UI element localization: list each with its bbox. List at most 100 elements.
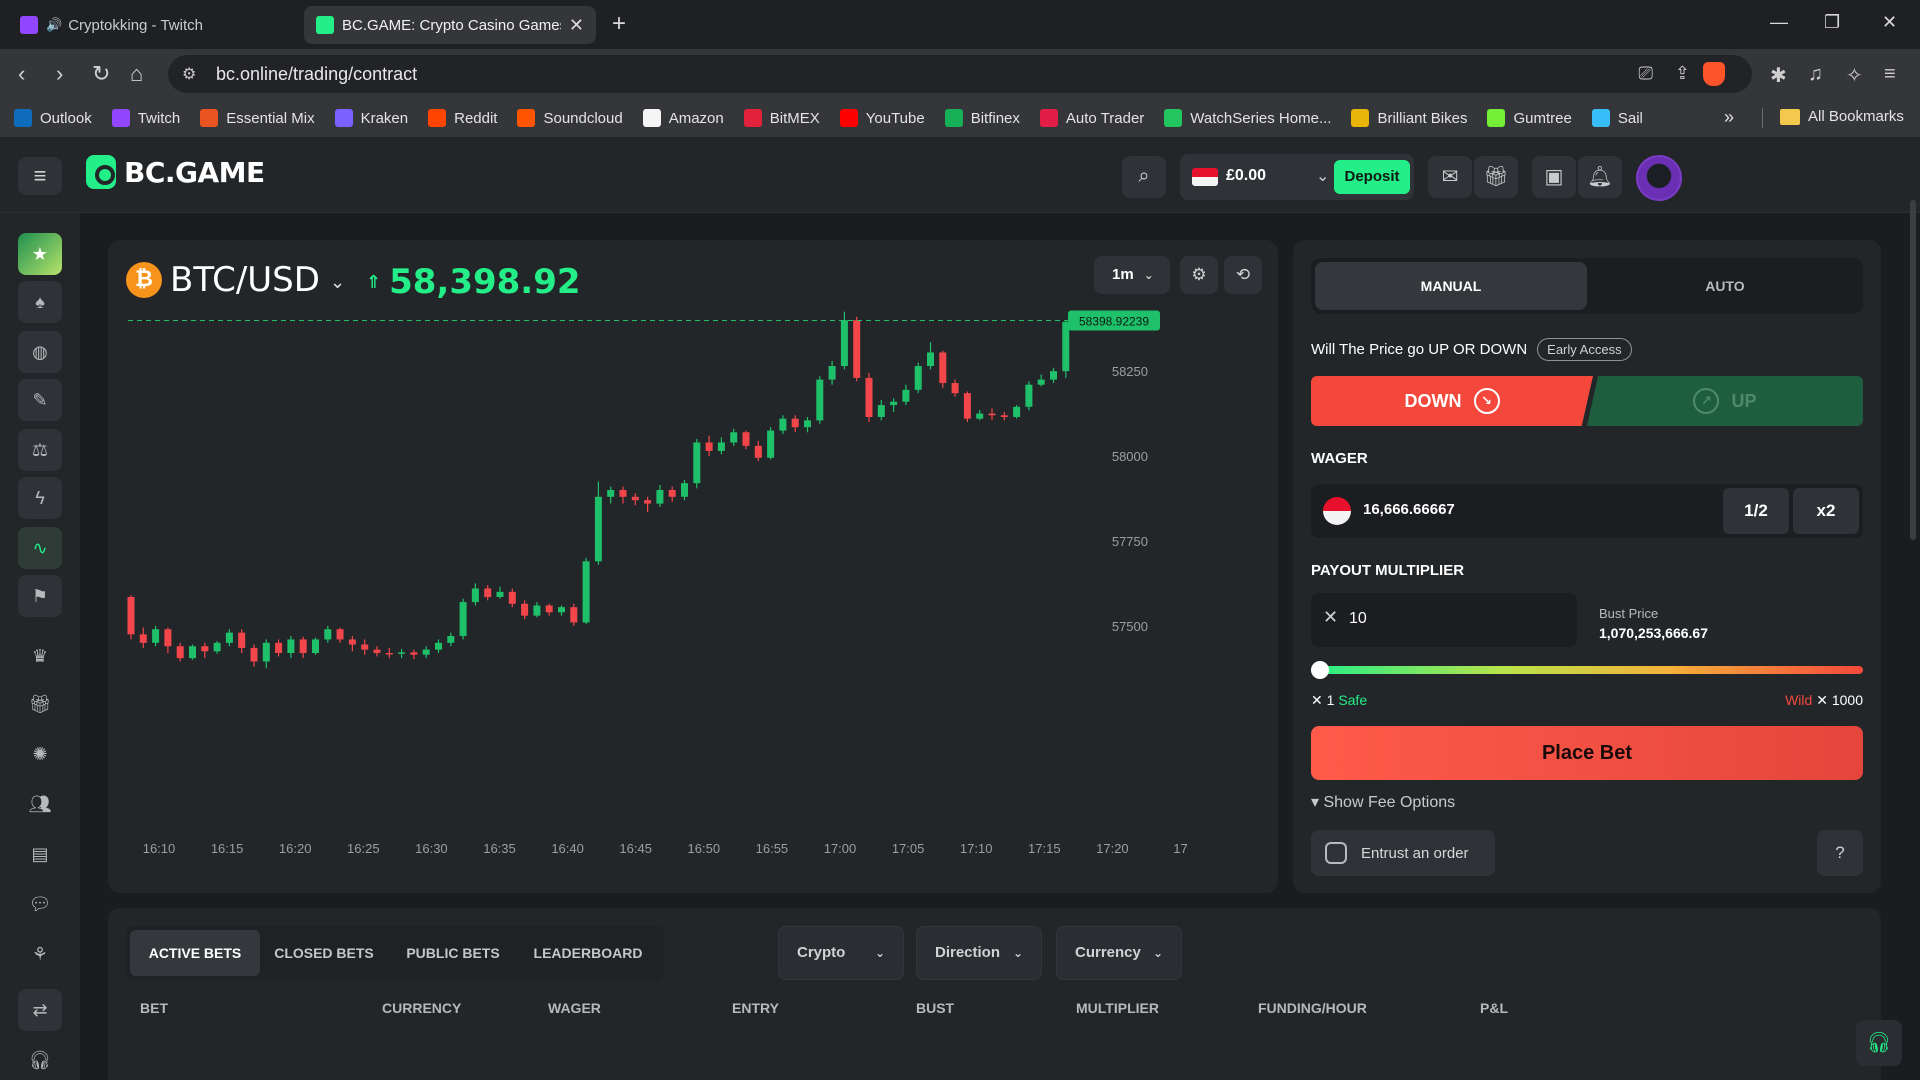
media-icon[interactable]: ♫	[1808, 63, 1823, 86]
bookmark-gumtree[interactable]: Gumtree	[1487, 109, 1572, 127]
help-icon[interactable]: ?	[1817, 830, 1863, 876]
currency-filter[interactable]: Currency ⌄	[1056, 926, 1182, 980]
vip-icon[interactable]: ♛	[18, 635, 62, 677]
browser-tab-bcgame[interactable]: BC.GAME: Crypto Casino Games ✕	[304, 6, 596, 44]
direction-filter[interactable]: Direction ⌄	[916, 926, 1042, 980]
half-wager-button[interactable]: 1/2	[1723, 488, 1789, 534]
candle	[262, 639, 270, 669]
bookmark-kraken[interactable]: Kraken	[334, 109, 408, 127]
search-icon[interactable]: ⌕	[1122, 156, 1166, 198]
bookmark-brilliant-bikes[interactable]: Brilliant Bikes	[1351, 109, 1467, 127]
close-window-button[interactable]: ✕	[1882, 12, 1897, 33]
tab-active-bets[interactable]: ACTIVE BETS	[130, 930, 260, 976]
tab-auto[interactable]: AUTO	[1589, 262, 1861, 310]
x-tick-label: 17:20	[1096, 841, 1129, 856]
news-icon[interactable]: ▤	[18, 833, 62, 875]
more-bookmarks-icon[interactable]: »	[1724, 107, 1734, 128]
all-bookmarks[interactable]: All Bookmarks	[1780, 108, 1904, 125]
up-button[interactable]: ↗ UP	[1587, 376, 1863, 426]
restore-button[interactable]: ❐	[1824, 12, 1840, 33]
chat-icon[interactable]: ▣	[1532, 156, 1576, 198]
bookmark-watchseries-home[interactable]: WatchSeries Home...	[1164, 109, 1331, 127]
minimize-button[interactable]: —	[1770, 12, 1788, 33]
gift-icon[interactable]: 🎁︎	[1474, 156, 1518, 198]
candle	[582, 557, 590, 625]
flash-icon[interactable]: ϟ	[18, 477, 62, 519]
address-actions[interactable]: ⎚⇪	[1639, 63, 1712, 84]
referral-icon[interactable]: 👥︎	[18, 783, 62, 825]
racing-icon[interactable]: ⚑	[18, 575, 62, 617]
chevron-down-icon[interactable]: ⌄	[1316, 166, 1329, 186]
url-field[interactable]: ⚙ bc.online/trading/contract ⎚⇪	[168, 55, 1752, 93]
home-icon[interactable]: ⌂	[130, 61, 143, 87]
sports-icon[interactable]: ◍	[18, 331, 62, 373]
wager-input[interactable]: 16,666.66667 1/2 x2	[1311, 484, 1863, 538]
price-chart[interactable]: 58398.92239 58250 58000 57750 57500 16:10 16:1…	[108, 240, 1278, 893]
bookmark-reddit[interactable]: Reddit	[428, 109, 497, 127]
tab-closed-bets[interactable]: CLOSED BETS	[260, 930, 388, 976]
place-bet-button[interactable]: Place Bet	[1311, 726, 1863, 780]
casino-icon[interactable]: ♠	[18, 281, 62, 323]
browser-tab-twitch[interactable]: 🔊 Cryptokking - Twitch	[8, 6, 300, 44]
speaker-icon[interactable]: 🔊	[46, 17, 62, 33]
bookmark-amazon[interactable]: Amazon	[642, 109, 724, 127]
bookmark-sail[interactable]: Sail	[1591, 109, 1643, 127]
leo-icon[interactable]: ✧	[1846, 63, 1863, 88]
page-scrollbar[interactable]	[1910, 200, 1916, 540]
bookmark-favicon-icon	[517, 109, 536, 127]
tab-manual[interactable]: MANUAL	[1315, 262, 1587, 310]
bookmark-youtube[interactable]: YouTube	[839, 109, 925, 127]
pair-selector[interactable]: ₿ BTC/USD ⌄	[126, 260, 345, 300]
lottery-icon[interactable]: ✎	[18, 379, 62, 421]
wheel-icon[interactable]: ✺	[18, 733, 62, 775]
avatar[interactable]	[1636, 155, 1682, 201]
timeframe-selector[interactable]: 1m ⌄	[1094, 256, 1170, 294]
multiplier-slider[interactable]	[1311, 666, 1863, 674]
multiplier-input[interactable]: ✕ 10	[1311, 593, 1577, 647]
menu-toggle-icon[interactable]: ≡	[18, 157, 62, 195]
fee-options-toggle[interactable]: ▾ Show Fee Options	[1311, 792, 1455, 812]
sponsorship-icon[interactable]: ⚘	[18, 933, 62, 975]
forward-icon[interactable]: ›	[56, 61, 63, 87]
wallet-selector[interactable]: £0.00 ⌄ Deposit	[1180, 154, 1414, 200]
contract-trading-icon[interactable]: ∿	[18, 527, 62, 569]
new-tab-button[interactable]: +	[612, 10, 626, 38]
bookmark-bitmex[interactable]: BitMEX	[743, 109, 820, 127]
bookmark-twitch[interactable]: Twitch	[111, 109, 180, 127]
brave-shield-icon[interactable]	[1703, 62, 1725, 86]
bookmark-bitfinex[interactable]: Bitfinex	[944, 109, 1020, 127]
support-headset-icon[interactable]: 🎧︎	[1856, 1020, 1902, 1066]
site-info-icon[interactable]: ⚙	[182, 64, 196, 84]
mail-icon[interactable]: ✉	[1428, 156, 1472, 198]
slider-handle[interactable]	[1311, 661, 1329, 679]
close-tab-icon[interactable]: ✕	[569, 15, 584, 36]
bell-icon[interactable]: 🔔︎	[1578, 156, 1622, 198]
back-icon[interactable]: ‹	[18, 61, 25, 87]
entrust-order-button[interactable]: Entrust an order	[1311, 830, 1495, 876]
last-price-tag-label: 58398.92239	[1079, 315, 1149, 329]
site-logo[interactable]: BC.GAME	[86, 155, 265, 189]
forum-icon[interactable]: 💬︎	[18, 883, 62, 925]
history-icon[interactable]: ⟲	[1224, 256, 1262, 294]
bookmark-soundcloud[interactable]: Soundcloud	[517, 109, 623, 127]
promo-icon[interactable]: ★	[18, 233, 62, 275]
chart-settings-icon[interactable]: ⚙	[1180, 256, 1218, 294]
headset-icon[interactable]: 🎧︎	[18, 1039, 62, 1080]
reload-icon[interactable]: ↻	[92, 61, 110, 87]
settings-icon[interactable]: ⇄	[18, 989, 62, 1031]
double-wager-button[interactable]: x2	[1793, 488, 1859, 534]
candle	[324, 625, 332, 643]
bookmark-auto-trader[interactable]: Auto Trader	[1039, 109, 1144, 127]
crypto-filter[interactable]: Crypto ⌄	[778, 926, 904, 980]
bookmark-outlook[interactable]: Outlook	[14, 109, 92, 127]
bookmark-essential-mix[interactable]: Essential Mix	[200, 109, 315, 127]
extensions-icon[interactable]: ✱	[1770, 63, 1787, 88]
candle	[1050, 367, 1057, 384]
trading-icon[interactable]: ⚖	[18, 429, 62, 471]
deposit-button[interactable]: Deposit	[1334, 160, 1410, 194]
tab-public-bets[interactable]: PUBLIC BETS	[388, 930, 518, 976]
browser-menu-icon[interactable]: ≡	[1884, 63, 1896, 86]
tab-leaderboard[interactable]: LEADERBOARD	[518, 930, 658, 976]
rewards-gift-icon[interactable]: 🎁︎	[18, 683, 62, 725]
down-button[interactable]: DOWN ↘	[1311, 376, 1593, 426]
